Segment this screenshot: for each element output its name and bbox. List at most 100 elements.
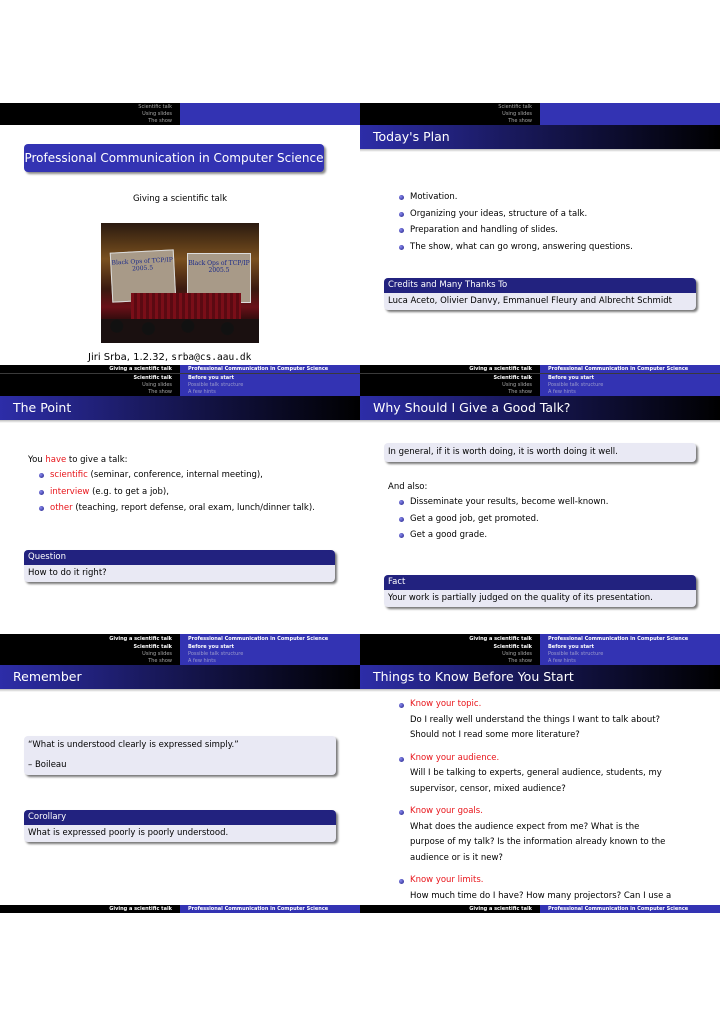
- nav-subsection-active[interactable]: Before you start: [188, 375, 360, 382]
- bullet-icon: [399, 756, 404, 762]
- footer-course-title[interactable]: Professional Communication in Computer S…: [540, 365, 720, 373]
- bullet-icon: [399, 516, 404, 522]
- know-item-line: What does the audience expect from me? W…: [410, 821, 640, 832]
- list-item: Get a good grade.: [397, 527, 608, 544]
- footer-course-title[interactable]: Professional Communication in Computer S…: [180, 365, 360, 373]
- nav-section[interactable]: Scientific talk: [360, 104, 532, 111]
- nav-subsection[interactable]: Possible talk structure: [548, 382, 720, 389]
- nav-section-active[interactable]: Scientific talk: [0, 375, 172, 382]
- know-item-line: Will I be talking to experts, general au…: [410, 768, 662, 778]
- corollary-block-title: Corollary: [24, 810, 336, 825]
- nav-section[interactable]: The show: [0, 389, 172, 396]
- nav-subsections: Before you start Possible talk structure…: [180, 643, 360, 666]
- footer-talk-title[interactable]: Giving a scientific talk: [360, 905, 540, 913]
- bullet-icon: [399, 810, 404, 815]
- nav-section[interactable]: Using slides: [0, 111, 172, 118]
- nav-subsection[interactable]: A few hints: [188, 658, 360, 665]
- nav-section-active[interactable]: Scientific talk: [360, 644, 532, 651]
- nav-subsection-active[interactable]: Before you start: [548, 644, 720, 651]
- list-item: interview (e.g. to get a job),: [37, 484, 315, 501]
- know-item-heading: Know your topic.: [410, 699, 482, 709]
- slide-title: Scientific talk Using slides The show Pr…: [0, 103, 360, 373]
- nav-section[interactable]: Scientific talk: [0, 104, 172, 111]
- know-item-line: How much time do I have? How many projec…: [410, 890, 672, 901]
- nav-subsections: Before you start Possible talk structure…: [540, 374, 720, 397]
- slide-footer: Giving a scientific talk Professional Co…: [360, 635, 720, 643]
- list-item: Motivation.: [397, 189, 633, 206]
- item-highlight: other: [50, 503, 73, 513]
- know-item-heading: Know your audience.: [410, 752, 500, 763]
- slide-footer: Giving a scientific talk Professional Co…: [360, 365, 720, 373]
- list-item: other (teaching, report defense, oral ex…: [37, 500, 315, 517]
- slide-the-point: Giving a scientific talk Professional Co…: [0, 365, 360, 635]
- nav-subsection-active[interactable]: Before you start: [188, 644, 360, 651]
- nav-section[interactable]: The show: [0, 118, 172, 125]
- footer-talk-title[interactable]: Giving a scientific talk: [0, 365, 180, 373]
- nav-subsection[interactable]: A few hints: [548, 389, 720, 396]
- footer-course-title[interactable]: Professional Communication in Computer S…: [540, 635, 720, 643]
- conference-photo: Black Ops of TCP/IP 2005.5 Black Ops of …: [101, 223, 259, 343]
- projected-slide-text: Black Ops of TCP/IP 2005.5: [188, 260, 250, 274]
- nav-subsection-active[interactable]: Before you start: [548, 375, 720, 382]
- bullet-icon: [399, 703, 404, 708]
- author-email[interactable]: srba@cs.aau.dk: [171, 352, 251, 363]
- footer-course-title[interactable]: Professional Communication in Computer S…: [180, 635, 360, 643]
- question-block-body: How to do it right?: [28, 568, 107, 578]
- nav-subsection[interactable]: Possible talk structure: [188, 651, 360, 658]
- nav-section[interactable]: The show: [360, 658, 532, 665]
- question-block-title: Question: [24, 550, 335, 565]
- nav-section-active[interactable]: Scientific talk: [0, 644, 172, 651]
- footer-course-title[interactable]: Professional Communication in Computer S…: [180, 905, 360, 913]
- nav-subsections: [540, 103, 720, 125]
- and-also-text: And also:: [388, 482, 428, 492]
- know-item-line: audience or is it new?: [410, 852, 503, 863]
- footer-talk-title[interactable]: Giving a scientific talk: [0, 635, 180, 643]
- list-item: Get a good job, get promoted.: [397, 511, 608, 528]
- nav-section[interactable]: Using slides: [360, 382, 532, 389]
- bullet-icon: [399, 195, 404, 200]
- footer-talk-title[interactable]: Giving a scientific talk: [360, 635, 540, 643]
- nav-subsections: [180, 103, 360, 125]
- bullet-icon: [399, 500, 404, 505]
- list-item-text: Organizing your ideas, structure of a ta…: [410, 208, 588, 219]
- audience: [101, 319, 259, 343]
- nav-section[interactable]: The show: [360, 118, 532, 125]
- nav-section[interactable]: Using slides: [0, 651, 172, 658]
- quote-text: “What is understood clearly is expressed…: [28, 740, 239, 750]
- nav-section[interactable]: Using slides: [0, 382, 172, 389]
- slide-footer: Giving a scientific talk Professional Co…: [360, 905, 720, 913]
- slide-why-good-talk: Giving a scientific talk Professional Co…: [360, 365, 720, 635]
- presentation-title: Professional Communication in Computer S…: [24, 151, 324, 165]
- projected-slide-text: Black Ops of TCP/IP 2005.5: [111, 256, 174, 273]
- nav-subsection[interactable]: A few hints: [548, 658, 720, 665]
- credits-block-title: Credits and Many Thanks To: [384, 278, 696, 293]
- intro-prefix: You: [28, 455, 46, 465]
- general-block: In general, if it is worth doing, it is …: [384, 443, 696, 462]
- list-item: scientific (seminar, conference, interna…: [37, 467, 315, 484]
- nav-sections: Scientific talk Using slides The show: [360, 643, 540, 666]
- frame-title: The Point: [0, 396, 360, 420]
- nav-subsection[interactable]: Possible talk structure: [188, 382, 360, 389]
- frame-title: Things to Know Before You Start: [360, 665, 720, 689]
- nav-section-active[interactable]: Scientific talk: [360, 375, 532, 382]
- know-item: Know your goals. What does the audience …: [397, 804, 717, 866]
- nav-sections: Scientific talk Using slides The show: [360, 103, 540, 125]
- footer-course-title[interactable]: Professional Communication in Computer S…: [540, 905, 720, 913]
- nav-section[interactable]: Using slides: [360, 651, 532, 658]
- know-item-line: Should not I read some more literature?: [410, 730, 580, 740]
- footer-talk-title[interactable]: Giving a scientific talk: [0, 905, 180, 913]
- bullet-icon: [39, 506, 44, 511]
- corollary-block: Corollary What is expressed poorly is po…: [24, 810, 336, 842]
- nav-subsection[interactable]: A few hints: [188, 389, 360, 396]
- nav-section[interactable]: The show: [360, 389, 532, 396]
- slide-todays-plan: Scientific talk Using slides The show To…: [360, 103, 720, 373]
- frame-title: Today's Plan: [360, 125, 720, 149]
- nav-section[interactable]: Using slides: [360, 111, 532, 118]
- nav-section[interactable]: The show: [0, 658, 172, 665]
- bullet-icon: [39, 489, 44, 495]
- know-item: Know your topic. Do I really well unders…: [397, 697, 717, 744]
- footer-talk-title[interactable]: Giving a scientific talk: [360, 365, 540, 373]
- question-block: Question How to do it right?: [24, 550, 335, 582]
- nav-sections: Scientific talk Using slides The show: [0, 643, 180, 666]
- nav-subsection[interactable]: Possible talk structure: [548, 651, 720, 658]
